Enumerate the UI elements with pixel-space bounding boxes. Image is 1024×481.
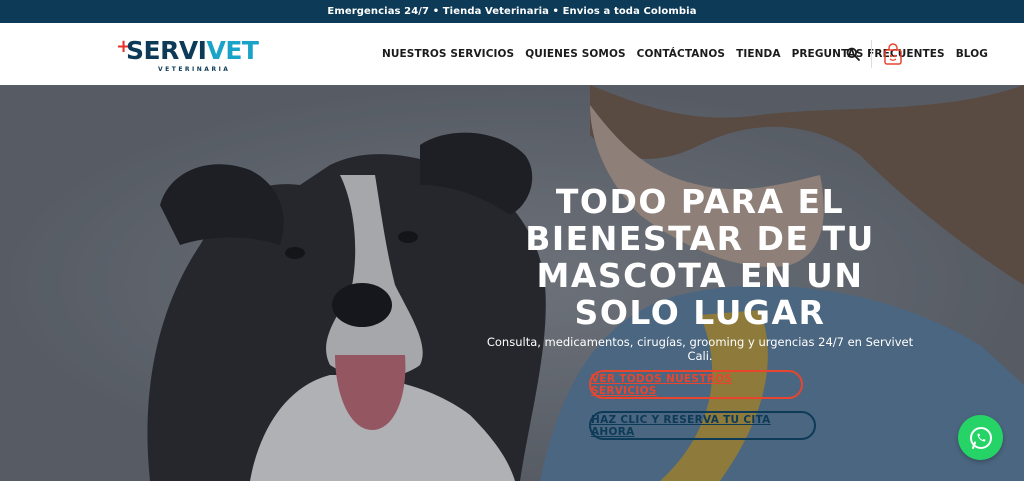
logo-wordmark: SERVIVET <box>126 36 259 65</box>
hero-title: TODO PARA EL BIENESTAR DE TU MASCOTA EN … <box>525 182 875 332</box>
main-navigation: NUESTROS SERVICIOS QUIENES SOMOS CONTÁCT… <box>382 23 999 85</box>
nav-item-contactanos[interactable]: CONTÁCTANOS <box>637 48 725 60</box>
header-divider <box>871 40 872 68</box>
hero-subtitle: Consulta, medicamentos, cirugías, groomi… <box>486 335 914 363</box>
nav-item-tienda[interactable]: TIENDA <box>736 48 780 60</box>
search-icon[interactable] <box>846 47 860 61</box>
announcement-text: Emergencias 24/7 • Tienda Veterinaria • … <box>327 6 697 17</box>
whatsapp-button[interactable] <box>958 415 1003 460</box>
servivet-logo[interactable]: + SERVIVET VETERINARIA <box>116 36 266 74</box>
logo-subtitle: VETERINARIA <box>158 66 231 73</box>
nav-item-preguntas-frecuentes[interactable]: PREGUNTAS FRECUENTES <box>792 48 945 60</box>
nav-item-nuestros-servicios[interactable]: NUESTROS SERVICIOS <box>382 48 514 60</box>
view-services-button[interactable]: VER TODOS NUESTROS SERVICIOS <box>589 370 803 399</box>
nav-item-quienes-somos[interactable]: QUIENES SOMOS <box>525 48 625 60</box>
top-announcement-bar: Emergencias 24/7 • Tienda Veterinaria • … <box>0 0 1024 23</box>
shopping-bag-icon[interactable] <box>883 42 903 66</box>
site-header: + SERVIVET VETERINARIA NUESTROS SERVICIO… <box>0 23 1024 85</box>
nav-item-blog[interactable]: BLOG <box>956 48 988 60</box>
whatsapp-icon <box>969 426 992 449</box>
book-appointment-button[interactable]: HAZ CLIC Y RESERVA TU CITA AHORA <box>589 411 816 440</box>
hero-section: TODO PARA EL BIENESTAR DE TU MASCOTA EN … <box>0 85 1024 481</box>
